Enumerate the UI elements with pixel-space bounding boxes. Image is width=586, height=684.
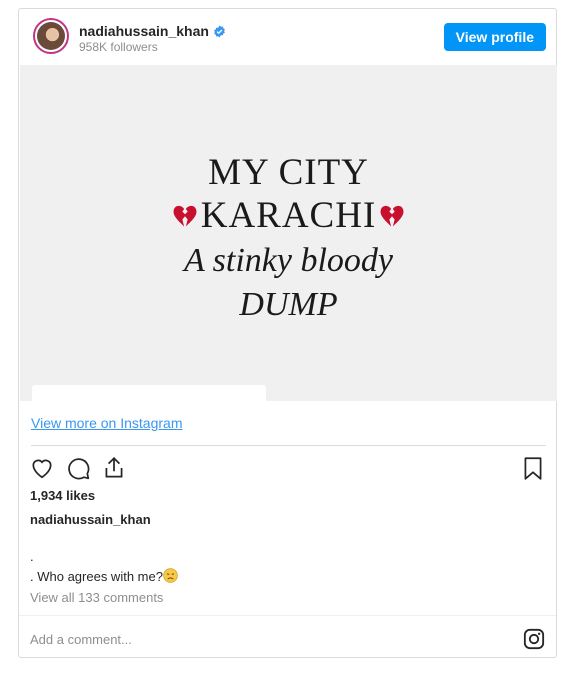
post-text-line-1: MY CITY <box>208 152 369 193</box>
post-text-line-3: A stinky bloody <box>184 242 393 279</box>
username[interactable]: nadiahussain_khan <box>79 23 209 39</box>
view-more-link[interactable]: View more on Instagram <box>31 415 182 431</box>
avatar[interactable] <box>33 18 69 54</box>
view-all-comments-link[interactable]: View all 133 comments <box>30 590 163 605</box>
post-header: nadiahussain_khan 958K followers View pr… <box>19 9 556 65</box>
caption-username[interactable]: nadiahussain_khan <box>30 512 151 527</box>
username-row: nadiahussain_khan <box>79 23 226 39</box>
divider <box>19 615 556 616</box>
broken-heart-icon <box>380 205 404 227</box>
divider <box>31 445 546 446</box>
like-count[interactable]: 1,934 likes <box>30 488 95 503</box>
view-profile-button[interactable]: View profile <box>443 23 546 51</box>
caption-line-1: . <box>30 549 34 564</box>
broken-heart-icon <box>173 205 197 227</box>
post-text-line-4: DUMP <box>239 286 338 323</box>
post-image-text: MY CITY KARACHI A stinky bloody DUMP <box>20 153 557 327</box>
disappointed-face-icon <box>163 568 178 583</box>
karachi-text: KARACHI <box>200 195 377 236</box>
post-text-line-2: KARACHI <box>20 193 557 239</box>
caption-line-2-text: . Who agrees with me? <box>30 569 163 584</box>
share-icon[interactable] <box>101 455 127 481</box>
caption-text: . . Who agrees with me? <box>30 547 178 587</box>
like-icon[interactable] <box>29 455 55 481</box>
avatar-image <box>37 22 65 50</box>
instagram-icon[interactable] <box>523 628 545 650</box>
verified-badge-icon <box>214 25 225 37</box>
post-image[interactable]: MY CITY KARACHI A stinky bloody DUMP <box>20 65 557 401</box>
comment-icon[interactable] <box>65 455 91 481</box>
caption-line-2: . Who agrees with me? <box>30 567 178 587</box>
image-overlay-strip <box>32 385 266 401</box>
add-comment-input[interactable]: Add a comment... <box>30 632 132 647</box>
action-bar <box>29 455 546 483</box>
instagram-embed-card: nadiahussain_khan 958K followers View pr… <box>18 8 557 658</box>
followers-count: 958K followers <box>79 40 158 54</box>
save-icon[interactable] <box>520 455 546 481</box>
